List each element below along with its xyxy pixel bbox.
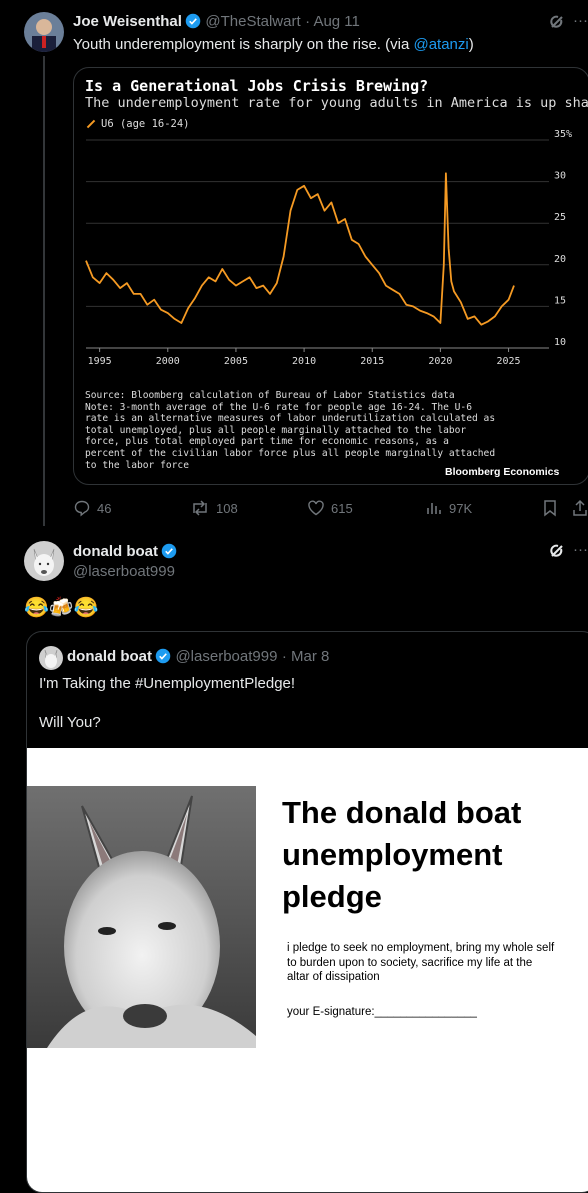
avatar[interactable] <box>24 541 64 581</box>
bookmark-icon <box>544 500 556 517</box>
pledge-body: i pledge to seek no employment, bring my… <box>287 941 554 985</box>
tweet-date[interactable]: · Aug 11 <box>305 13 360 30</box>
chart-source-notes: Source: Bloomberg calculation of Bureau … <box>85 390 495 471</box>
signature-line: your E-signature:________________ <box>287 1006 477 1018</box>
pledge-body-line: i pledge to seek no employment, bring my… <box>287 942 555 954</box>
mention-link[interactable]: @atanzi <box>413 36 468 53</box>
y-tick-label: 10 <box>554 337 566 348</box>
x-tick-label: 2020 <box>428 356 452 367</box>
source-line: Source: Bloomberg calculation of Bureau … <box>85 390 455 401</box>
pledge-title-line: unemployment <box>282 837 503 872</box>
reply-icon <box>74 500 90 517</box>
pledge-title-line: The donald boat <box>282 795 522 830</box>
tweet-text-part: Youth underemployment is sharply on the … <box>73 36 414 53</box>
quote-author-handle[interactable]: @laserboat999 <box>175 648 277 665</box>
bookmark-button[interactable] <box>542 499 558 522</box>
y-tick-label: 35% <box>554 129 572 140</box>
quoted-tweet-card[interactable]: donald boat @laserboat999 · Mar 8 I'm Ta… <box>26 631 588 1193</box>
source-line: total unemployed, plus all people margin… <box>85 424 467 436</box>
repost-count: 108 <box>216 500 238 516</box>
avatar[interactable] <box>39 646 63 670</box>
pledge-title: The donald boat unemployment pledge <box>282 792 521 918</box>
grok-icon[interactable] <box>549 543 565 564</box>
avatar[interactable] <box>24 12 64 52</box>
quote-text-line: Will You? <box>39 714 101 731</box>
pledge-body-line: altar of dissipation <box>287 971 380 983</box>
like-button[interactable]: 615 <box>307 499 353 517</box>
dog-photo <box>27 786 256 1048</box>
more-options-icon[interactable]: ··· <box>573 12 588 29</box>
source-line: Note: 3-month average of the U-6 rate fo… <box>85 401 472 413</box>
pledge-title-line: pledge <box>282 879 382 914</box>
author-handle[interactable]: @laserboat999 <box>73 563 175 580</box>
x-tick-label: 2015 <box>360 356 384 367</box>
heart-icon <box>308 500 324 516</box>
x-tick-label: 2010 <box>292 356 316 367</box>
line-chart: 35%30252015101995 2000 2005 2010 2015 2020 202… <box>85 129 572 367</box>
pledge-image[interactable]: The donald boat unemployment pledge i pl… <box>27 748 588 1192</box>
y-tick-label: 30 <box>554 171 566 182</box>
x-tick-label: 2000 <box>156 356 180 367</box>
donald-boat-avatar-image <box>39 646 63 670</box>
source-line: force, plus total employed part time for… <box>85 436 449 448</box>
tweet-header: donald boat <box>73 543 177 561</box>
author-name[interactable]: Joe Weisenthal <box>73 13 182 30</box>
share-icon <box>573 499 587 516</box>
grok-icon[interactable] <box>549 14 565 35</box>
verified-badge-icon <box>155 648 171 664</box>
y-tick-label: 20 <box>554 254 566 265</box>
author-name[interactable]: donald boat <box>73 543 158 560</box>
verified-badge-icon <box>161 543 177 559</box>
share-button[interactable] <box>572 499 588 522</box>
tweet-text: Youth underemployment is sharply on the … <box>73 36 474 53</box>
tweet-text: 😂🍻😂 <box>24 597 99 619</box>
like-count: 615 <box>331 500 353 516</box>
source-line: percent of the civilian labor force plus… <box>85 447 496 459</box>
repost-button[interactable]: 108 <box>190 499 238 517</box>
more-options-icon[interactable]: ··· <box>573 541 588 558</box>
source-line: to the labor force <box>85 459 189 471</box>
chart-image[interactable]: Is a Generational Jobs Crisis Brewing? T… <box>73 67 588 485</box>
tweet-text-part: ) <box>468 36 474 53</box>
views-button[interactable]: 97K <box>425 499 472 517</box>
views-count: 97K <box>449 500 473 516</box>
x-tick-label: 1995 <box>88 356 112 367</box>
tweet-header: Joe Weisenthal @TheStalwart · Aug 11 <box>73 13 360 31</box>
pledge-body-line: to burden upon to society, sacrifice my … <box>287 956 533 969</box>
quote-text-line: I'm Taking the #UnemploymentPledge! <box>39 675 296 692</box>
quote-header: donald boat @laserboat999 · Mar 8 <box>67 648 329 666</box>
joe-avatar-image <box>24 12 64 52</box>
donald-boat-avatar-image <box>24 541 64 581</box>
bloomberg-brand: Bloomberg Economics <box>445 466 560 478</box>
x-tick-label: 2025 <box>497 356 521 367</box>
thread-connector <box>43 56 45 526</box>
verified-badge-icon <box>185 13 201 29</box>
quote-author-name[interactable]: donald boat <box>67 648 152 665</box>
bull-terrier-image <box>27 786 256 1048</box>
reply-count: 46 <box>97 500 112 516</box>
views-chart-icon <box>427 503 441 514</box>
chart-subtitle: The underemployment rate for young adult… <box>85 95 588 111</box>
quote-date[interactable]: · Mar 8 <box>282 648 330 665</box>
repost-icon <box>193 500 207 516</box>
y-tick-label: 15 <box>554 295 566 306</box>
series-line-u6-16-24 <box>85 172 515 326</box>
chart-title: Is a Generational Jobs Crisis Brewing? <box>85 77 429 95</box>
reply-button[interactable]: 46 <box>73 499 111 517</box>
source-line: rate is an alternative measures of labor… <box>85 413 496 425</box>
y-tick-label: 25 <box>554 212 566 223</box>
author-handle[interactable]: @TheStalwart <box>205 13 300 30</box>
x-tick-label: 2005 <box>224 356 248 367</box>
legend-swatch <box>86 119 96 129</box>
